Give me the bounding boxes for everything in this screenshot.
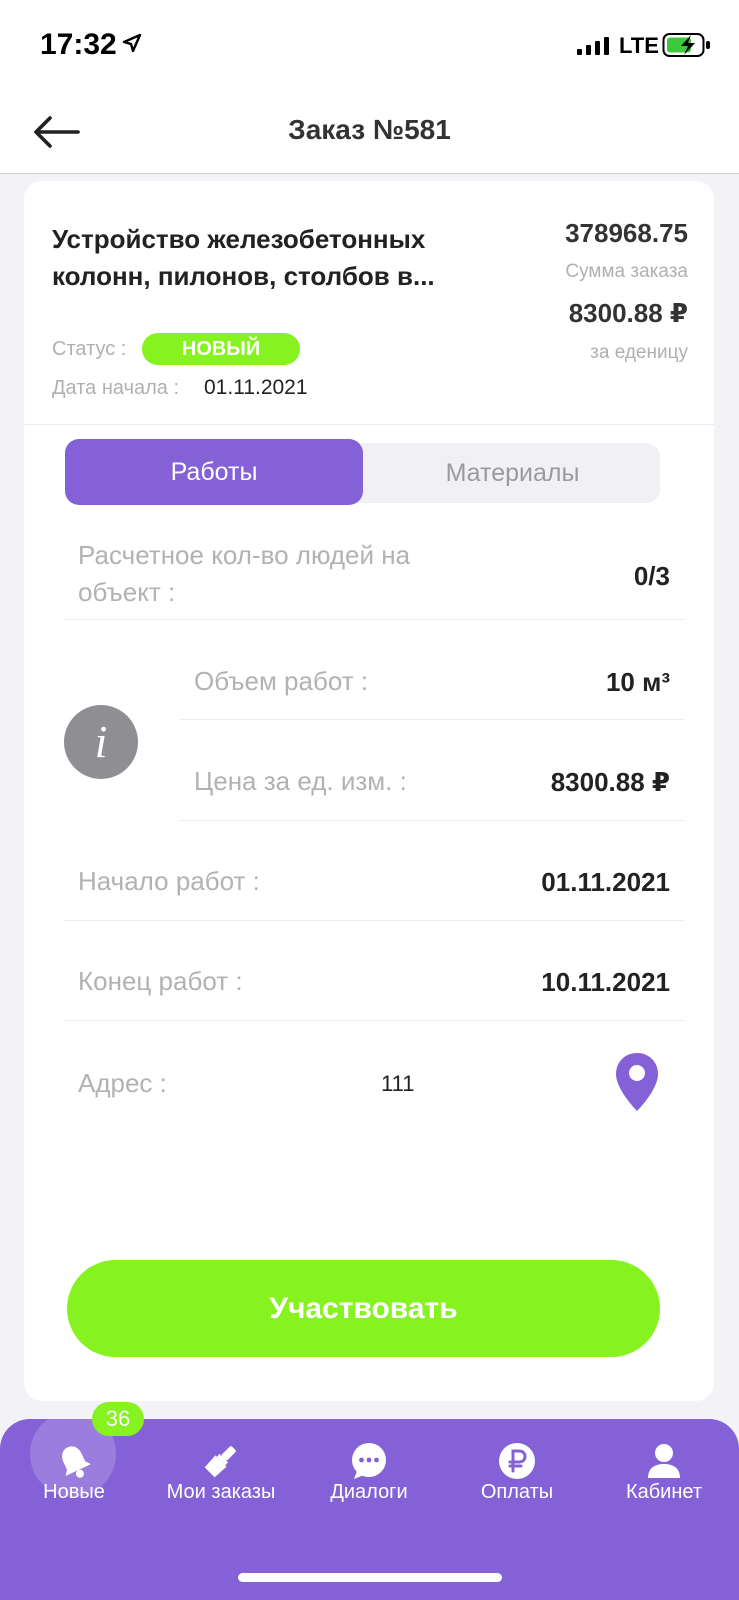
divider	[180, 719, 684, 720]
status-badge: НОВЫЙ	[142, 333, 300, 365]
work-end-value: 10.11.2021	[541, 967, 670, 997]
chat-icon	[352, 1443, 386, 1479]
unit-price: 8300.88 ₽	[568, 298, 688, 328]
nav-label: Оплаты	[480, 1481, 554, 1503]
ruble-icon	[499, 1443, 535, 1479]
nav-item-payments[interactable]: Оплаты	[443, 1419, 591, 1549]
user-icon	[648, 1444, 680, 1478]
network-type: LTE	[619, 33, 659, 58]
participate-button[interactable]: Участвовать	[67, 1260, 660, 1357]
start-date-label: Дата начала :	[52, 377, 180, 399]
location-arrow-icon	[122, 33, 142, 53]
bell-icon	[62, 1446, 91, 1478]
brush-icon	[204, 1446, 236, 1478]
map-pin-icon[interactable]	[614, 1051, 660, 1113]
unit-price-label: за еденицу	[590, 342, 688, 363]
tab-works[interactable]: Работы	[65, 439, 363, 505]
notification-badge: 36	[92, 1402, 144, 1436]
nav-item-new[interactable]: 36 Новые	[0, 1402, 148, 1549]
start-date-value: 01.11.2021	[204, 376, 308, 399]
signal-icon	[577, 37, 609, 55]
order-title: Устройство железобетонных колонн, пилоно…	[52, 224, 435, 291]
divider	[64, 619, 684, 620]
work-start-value: 01.11.2021	[541, 867, 670, 897]
divider	[64, 1020, 684, 1021]
nav-item-cabinet[interactable]: Кабинет	[590, 1419, 738, 1549]
order-card: Устройство железобетонных колонн, пилоно…	[24, 181, 714, 1401]
header: Заказ №581	[0, 92, 739, 174]
nav-label: Новые	[43, 1481, 105, 1503]
volume-label: Объем работ :	[194, 666, 369, 696]
people-value: 0/3	[633, 561, 670, 591]
page-title: Заказ №581	[288, 114, 451, 145]
volume-value: 10 м³	[605, 667, 670, 697]
status-label: Статус :	[52, 338, 127, 360]
home-indicator	[238, 1573, 502, 1582]
work-end-label: Конец работ :	[78, 966, 243, 996]
status-bar: 17:32 LTE	[0, 0, 739, 92]
tabs: Работы Материалы	[65, 439, 660, 505]
work-start-label: Начало работ :	[78, 866, 260, 896]
battery-icon	[662, 33, 710, 57]
nav-label: Мои заказы	[166, 1481, 276, 1503]
info-icon[interactable]: i	[64, 705, 138, 779]
unit-price-row-value: 8300.88 ₽	[550, 767, 670, 797]
unit-price-row-label: Цена за ед. изм. :	[194, 766, 407, 796]
people-label: Расчетное кол-во людей на объект :	[78, 540, 411, 607]
order-sum: 378968.75	[565, 218, 688, 248]
nav-label: Кабинет	[625, 1481, 703, 1503]
divider	[64, 920, 684, 921]
nav-item-dialogs[interactable]: Диалоги	[295, 1419, 443, 1549]
divider	[24, 424, 714, 425]
divider	[180, 820, 684, 821]
address-label: Адрес :	[78, 1068, 167, 1098]
address-value: 111	[381, 1071, 415, 1096]
status-time: 17:32	[40, 28, 117, 61]
order-sum-label: Сумма заказа	[565, 261, 688, 282]
nav-label: Диалоги	[330, 1481, 408, 1503]
tab-materials[interactable]: Материалы	[365, 443, 660, 503]
nav-item-my-orders[interactable]: Мои заказы	[147, 1419, 295, 1549]
